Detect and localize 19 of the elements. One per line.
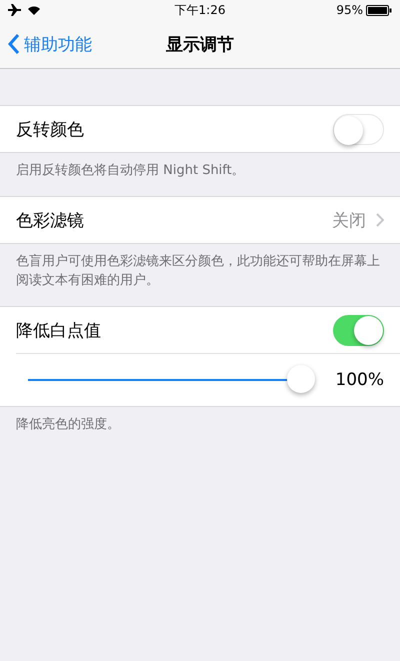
setting-value: 关闭: [332, 210, 366, 232]
footer-note: 启用反转颜色将自动停用 Night Shift。: [15, 162, 246, 180]
toggle-switch[interactable]: [333, 314, 384, 346]
wifi-icon: [28, 6, 40, 14]
settings-row[interactable]: 色彩滤镜 关闭: [0, 197, 400, 243]
status-time: 下午1:26: [174, 2, 226, 18]
battery-percentage: 95%: [336, 3, 363, 17]
slider-value: 100%: [335, 370, 384, 390]
footer-note: 降低亮色的强度。: [15, 416, 121, 434]
chevron-icon: [376, 213, 384, 227]
back-button[interactable]: 辅助功能: [0, 32, 92, 56]
setting-label: 降低白点值: [16, 320, 101, 342]
back-chevron-icon: [8, 34, 20, 54]
page-title: 显示调节: [166, 34, 234, 56]
toggle-switch[interactable]: [333, 114, 384, 144]
battery-icon: [366, 4, 392, 16]
footer-note: 色盲用户可使用色彩滤镜来区分颜色，此功能还可帮助在屏幕上阅读文本有困难的用户。: [15, 253, 381, 290]
airplane-icon: [8, 4, 22, 16]
setting-label: 反转颜色: [16, 118, 84, 140]
